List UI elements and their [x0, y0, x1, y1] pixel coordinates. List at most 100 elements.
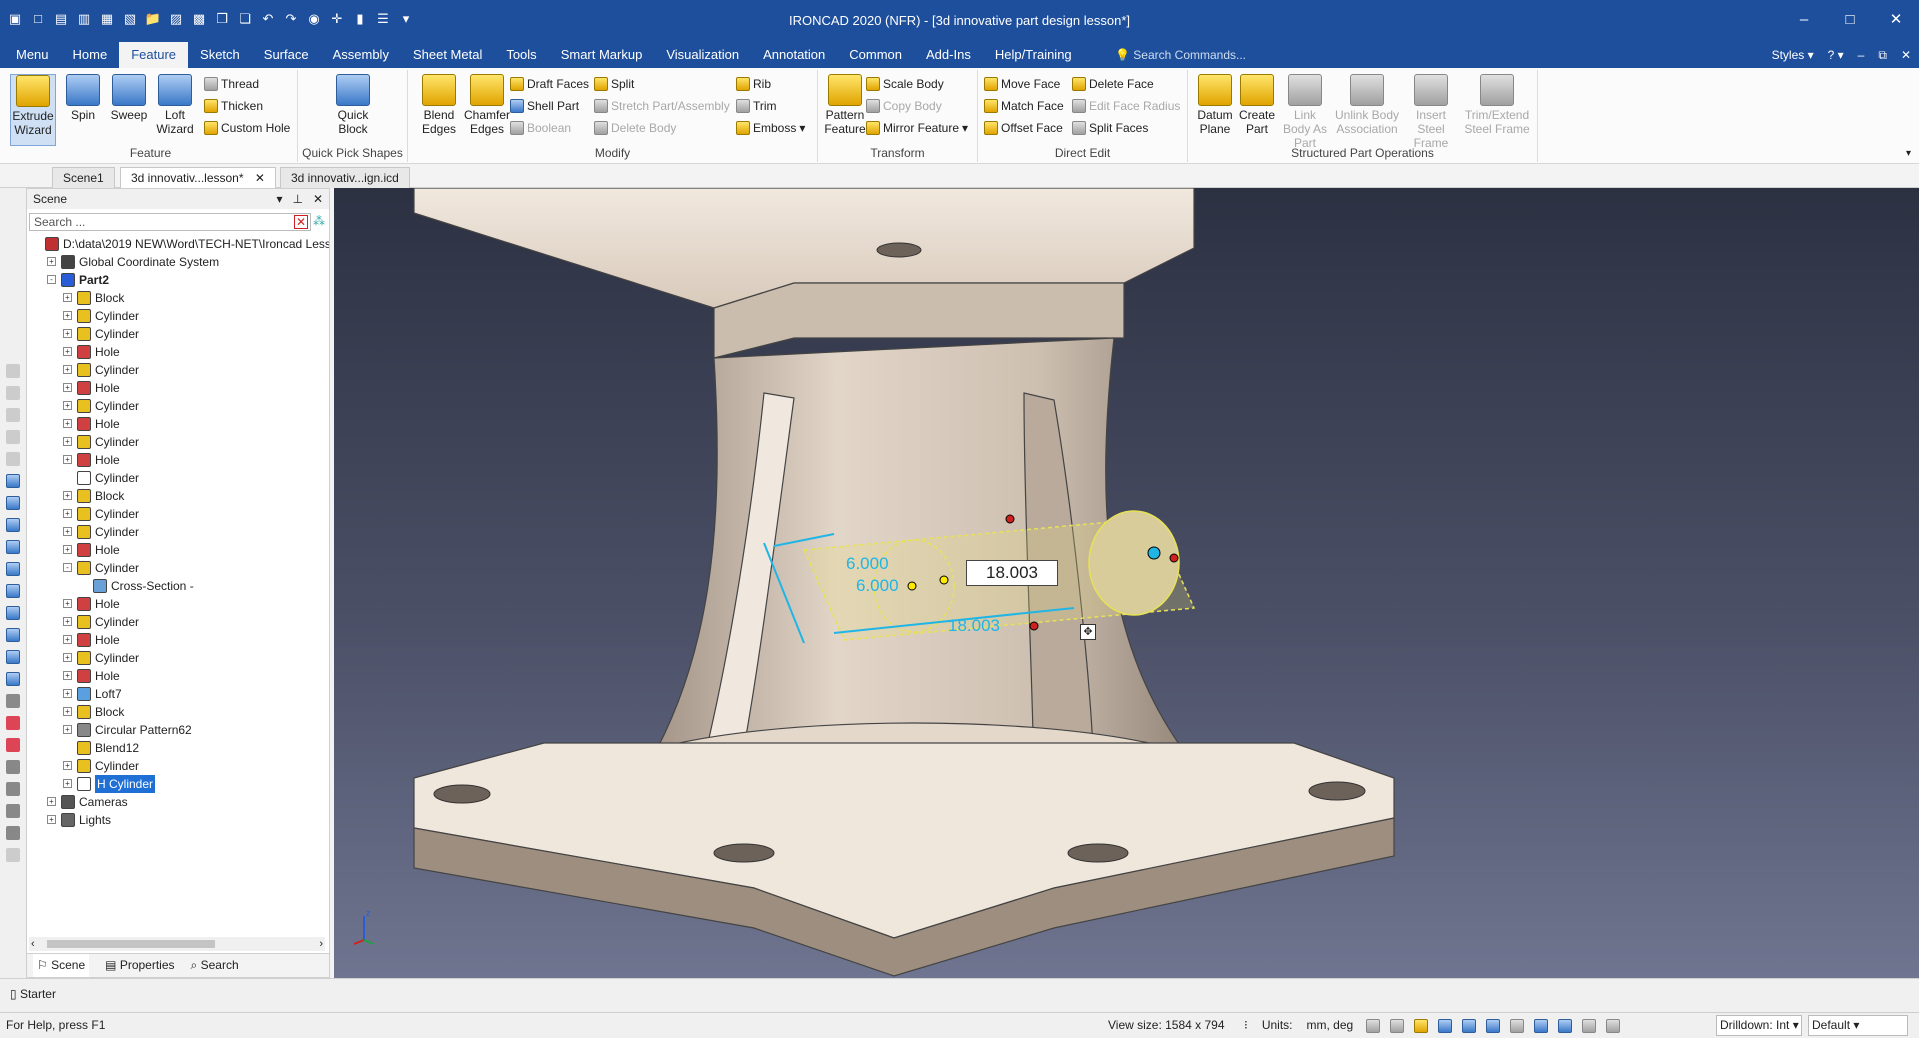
tool-icon-10[interactable]: [6, 562, 20, 576]
doc-tab-scene1[interactable]: Scene1: [52, 167, 115, 188]
expand-icon[interactable]: +: [63, 383, 72, 392]
insert-steel-frame-button[interactable]: Insert Steel Frame: [1402, 74, 1460, 150]
expand-icon[interactable]: +: [63, 689, 72, 698]
copy-body-button[interactable]: Copy Body: [866, 96, 942, 116]
tree-node[interactable]: + Lights: [29, 811, 329, 829]
tree-node[interactable]: + Hole: [29, 631, 329, 649]
expand-icon[interactable]: +: [63, 311, 72, 320]
split-button[interactable]: Split: [594, 74, 634, 94]
menu-tab-add-ins[interactable]: Add-Ins: [914, 42, 983, 68]
expand-icon[interactable]: +: [63, 617, 72, 626]
expand-icon[interactable]: +: [63, 329, 72, 338]
tree-node[interactable]: + Block: [29, 703, 329, 721]
tree-node[interactable]: + Hole: [29, 415, 329, 433]
tool-icon-13[interactable]: [6, 628, 20, 642]
menu-tab-annotation[interactable]: Annotation: [751, 42, 837, 68]
thread-button[interactable]: Thread: [204, 74, 259, 94]
tree-node[interactable]: + Hole: [29, 379, 329, 397]
create-part-button[interactable]: Create Part: [1234, 74, 1280, 136]
zoom-icon[interactable]: [1366, 1019, 1380, 1033]
pan-icon[interactable]: [1414, 1019, 1428, 1033]
menu-tab-menu[interactable]: Menu: [4, 42, 61, 68]
tool-icon-1[interactable]: [6, 364, 20, 378]
tree-node[interactable]: + Circular Pattern62: [29, 721, 329, 739]
scale-body-button[interactable]: Scale Body: [866, 74, 944, 94]
minimize-button[interactable]: –: [1781, 0, 1827, 42]
expand-icon[interactable]: +: [63, 293, 72, 302]
expand-icon[interactable]: +: [47, 797, 56, 806]
tool-icon-4[interactable]: [6, 430, 20, 444]
tree-node[interactable]: D:\data\2019 NEW\Word\TECH-NET\Ironcad L…: [29, 235, 329, 253]
sketch-arc-icon[interactable]: [6, 782, 20, 796]
ribbon-restore-icon[interactable]: ⧉: [1878, 42, 1887, 68]
menu-tab-tools[interactable]: Tools: [494, 42, 548, 68]
tree-node[interactable]: + Cylinder: [29, 325, 329, 343]
units-value[interactable]: mm, deg: [1307, 1013, 1354, 1038]
move-face-button[interactable]: Move Face: [984, 74, 1060, 94]
sketch-triangle-icon[interactable]: [6, 760, 20, 774]
menu-tab-sheet-metal[interactable]: Sheet Metal: [401, 42, 494, 68]
edit-face-radius-button[interactable]: Edit Face Radius: [1072, 96, 1180, 116]
help-icon[interactable]: ? ▾: [1828, 42, 1844, 68]
stretch-button[interactable]: Stretch Part/Assembly: [594, 96, 730, 116]
maximize-button[interactable]: □: [1827, 0, 1873, 42]
ribbon-minimize-icon[interactable]: –: [1858, 42, 1865, 68]
styles-menu[interactable]: Styles ▾: [1772, 42, 1814, 68]
mirror-feature-button[interactable]: Mirror Feature ▾: [866, 118, 968, 138]
tree-node[interactable]: + Cylinder: [29, 505, 329, 523]
part-model[interactable]: [334, 188, 1919, 978]
tree-node[interactable]: - Part2: [29, 271, 329, 289]
expand-icon[interactable]: +: [63, 419, 72, 428]
link-body-button[interactable]: Link Body As Part: [1280, 74, 1330, 150]
expand-icon[interactable]: +: [63, 779, 72, 788]
draft-faces-button[interactable]: Draft Faces: [510, 74, 589, 94]
offset-face-button[interactable]: Offset Face: [984, 118, 1063, 138]
delete-body-button[interactable]: Delete Body: [594, 118, 676, 138]
render-mode-icon[interactable]: [1534, 1019, 1548, 1033]
expand-icon[interactable]: +: [63, 455, 72, 464]
datum-plane-button[interactable]: Datum Plane: [1192, 74, 1238, 136]
display-mode-icon[interactable]: [1486, 1019, 1500, 1033]
tree-node[interactable]: Cylinder: [29, 469, 329, 487]
menu-tab-surface[interactable]: Surface: [252, 42, 321, 68]
quick-block-button[interactable]: Quick Block: [330, 74, 376, 136]
tree-horizontal-scrollbar[interactable]: ‹ ›: [29, 937, 325, 951]
delete-face-button[interactable]: Delete Face: [1072, 74, 1154, 94]
tool-icon-8[interactable]: [6, 518, 20, 532]
match-face-button[interactable]: Match Face: [984, 96, 1064, 116]
tree-node[interactable]: + Hole: [29, 541, 329, 559]
sketch-circle-icon[interactable]: [6, 804, 20, 818]
bottom-tab-search[interactable]: ⌕ Search: [191, 954, 239, 977]
tool-icon-3[interactable]: [6, 408, 20, 422]
dimension-input-box[interactable]: 18.003: [966, 560, 1058, 586]
tree-node[interactable]: + Cylinder: [29, 397, 329, 415]
sweep-button[interactable]: Sweep: [106, 74, 152, 122]
zoom-box-icon[interactable]: [1390, 1019, 1404, 1033]
pattern-feature-button[interactable]: Pattern Feature: [822, 74, 868, 136]
shell-part-button[interactable]: Shell Part: [510, 96, 579, 116]
loft-wizard-button[interactable]: Loft Wizard: [152, 74, 198, 136]
trim-extend-steel-button[interactable]: Trim/Extend Steel Frame: [1464, 74, 1530, 136]
tree-node[interactable]: + Cylinder: [29, 613, 329, 631]
extrude-wizard-button[interactable]: Extrude Wizard: [10, 74, 56, 146]
triball-handle-icon[interactable]: ✥: [1080, 624, 1096, 640]
tool-icon-9[interactable]: [6, 540, 20, 554]
expand-icon[interactable]: +: [47, 815, 56, 824]
expand-icon[interactable]: +: [63, 725, 72, 734]
expand-icon[interactable]: +: [63, 761, 72, 770]
tree-node[interactable]: - Cylinder: [29, 559, 329, 577]
menu-tab-sketch[interactable]: Sketch: [188, 42, 252, 68]
collapse-icon[interactable]: -: [47, 275, 56, 284]
sketch-tool-icon-2[interactable]: [6, 738, 20, 752]
expand-icon[interactable]: +: [63, 527, 72, 536]
tool-icon-5[interactable]: [6, 452, 20, 466]
camera-view-icon[interactable]: [1558, 1019, 1572, 1033]
rib-button[interactable]: Rib: [736, 74, 771, 94]
expand-icon[interactable]: +: [47, 257, 56, 266]
3d-viewport[interactable]: 18.003 6.000 6.000 18.003 ✥ z: [334, 188, 1919, 978]
bottom-tab-scene[interactable]: ⚐ Scene: [33, 954, 90, 977]
scroll-thumb[interactable]: [47, 940, 215, 948]
tree-node[interactable]: + Cylinder: [29, 649, 329, 667]
tree-node[interactable]: + Hole: [29, 667, 329, 685]
expand-icon[interactable]: +: [63, 347, 72, 356]
